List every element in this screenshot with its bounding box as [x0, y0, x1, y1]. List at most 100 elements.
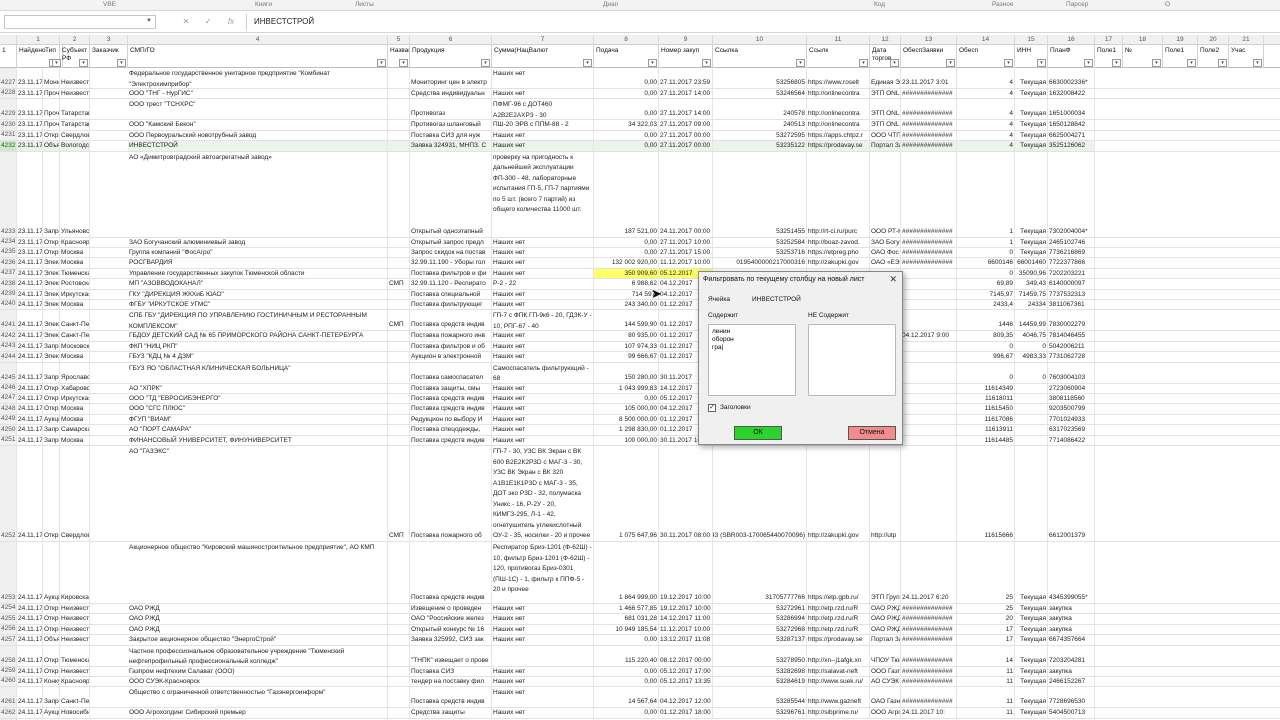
table-cell[interactable]: Электро: [43, 258, 60, 268]
ribbon-tab-misc[interactable]: Разное: [992, 1, 1013, 8]
table-cell[interactable]: 24.11.17: [17, 645, 43, 666]
table-cell[interactable]: [388, 89, 410, 99]
filter-dropdown-icon[interactable]: ▾: [583, 59, 592, 67]
row-number[interactable]: 4230: [0, 120, 17, 130]
table-cell[interactable]: Открыт: [43, 624, 60, 635]
table-cell[interactable]: http://etp.rzd.ru/R: [807, 624, 870, 635]
table-cell[interactable]: 23.11.17: [17, 99, 43, 120]
table-cell[interactable]: ##############: [901, 120, 957, 130]
table-cell[interactable]: [901, 289, 957, 299]
row-number[interactable]: 4252: [0, 446, 17, 541]
table-cell[interactable]: [388, 362, 410, 383]
table-cell[interactable]: 7814046455: [1048, 331, 1095, 341]
table-cell[interactable]: Группа компаний "ФосАгро": [128, 248, 388, 258]
table-cell[interactable]: Открыт: [43, 645, 60, 666]
table-cell[interactable]: 11615666: [957, 446, 1015, 541]
table-cell[interactable]: 24.11.17: [17, 414, 43, 425]
row-number[interactable]: 4232: [0, 141, 17, 151]
table-cell[interactable]: Поставка специальной: [410, 289, 492, 299]
table-cell[interactable]: 1446: [957, 310, 1015, 331]
table-cell[interactable]: http://www.suek.ru/: [807, 677, 870, 687]
table-cell[interactable]: Текущая: [1015, 666, 1048, 676]
table-cell[interactable]: 23.11.17: [17, 151, 43, 237]
table-cell[interactable]: Наших нет: [492, 666, 594, 676]
table-cell[interactable]: 20: [957, 614, 1015, 624]
table-cell[interactable]: 107 974,33: [594, 341, 659, 352]
table-cell[interactable]: https://apps.chtpz.r: [807, 130, 870, 141]
table-cell[interactable]: закупка: [1048, 666, 1095, 676]
table-cell[interactable]: Текущая: [1015, 624, 1048, 635]
table-cell[interactable]: 1650128842: [1048, 120, 1095, 130]
table-cell[interactable]: 3525126062: [1048, 141, 1095, 151]
table-cell[interactable]: 19.12.2017 10:00: [659, 604, 713, 614]
row-number[interactable]: 4261: [0, 687, 17, 708]
row-number[interactable]: 4262: [0, 708, 17, 718]
table-cell[interactable]: Самоспасатель фильтрующий - 68: [492, 362, 594, 383]
table-cell[interactable]: Хабаровс: [60, 383, 90, 393]
row-number[interactable]: 4244: [0, 352, 17, 362]
table-cell[interactable]: 5404500713: [1048, 708, 1095, 718]
table-cell[interactable]: 25: [957, 604, 1015, 614]
table-cell[interactable]: 27.11.2017 00:00: [659, 141, 713, 151]
table-cell[interactable]: 0: [957, 248, 1015, 258]
table-cell[interactable]: 53282698: [713, 666, 807, 676]
table-cell[interactable]: [1015, 414, 1048, 425]
row-number[interactable]: 4239: [0, 289, 17, 299]
row-number[interactable]: 4227: [0, 68, 17, 88]
filter-dropdown-icon[interactable]: ▾: [1187, 59, 1196, 67]
row-number[interactable]: 4251: [0, 435, 17, 445]
table-row[interactable]: 424124.11.17ЭлектроСанкт-Пет СПБ ГБУ "ДИР…: [0, 310, 1280, 332]
table-cell[interactable]: 7603004103: [1048, 362, 1095, 383]
table-cell[interactable]: 53285544: [713, 687, 807, 708]
table-cell[interactable]: 350 909,60: [594, 268, 659, 279]
table-cell[interactable]: 1632008422: [1048, 89, 1095, 99]
table-row[interactable]: 424324.11.17ЗапросМосковск ФКП "НИЦ РКП" П…: [0, 341, 1280, 353]
table-cell[interactable]: 24.11.17: [17, 310, 43, 331]
table-cell[interactable]: Текущая: [1015, 89, 1048, 99]
table-cell[interactable]: 0,00: [594, 708, 659, 718]
table-cell[interactable]: 24.11.2017 10:: [901, 708, 957, 718]
table-cell[interactable]: ##############: [901, 614, 957, 624]
table-cell[interactable]: 11.12.2017 10:00: [659, 624, 713, 635]
table-cell[interactable]: ООО РТ-К: [870, 151, 901, 237]
table-cell[interactable]: Федеральное государственное унитарное пр…: [128, 68, 388, 88]
table-cell[interactable]: 4: [957, 120, 1015, 130]
table-cell[interactable]: [388, 268, 410, 279]
table-cell[interactable]: 809,35: [957, 331, 1015, 341]
table-cell[interactable]: Свердлов: [60, 446, 90, 541]
table-row[interactable]: 423624.11.17ЭлектроМосква РОСГВАРДИЯ 32.99…: [0, 258, 1280, 269]
table-row[interactable]: 425224.11.17ОткрытСвердлов АО "ГАЗЭКС"СМП…: [0, 446, 1280, 542]
filter-dropdown-icon[interactable]: ▾: [702, 59, 711, 67]
table-cell[interactable]: ООО Агро: [870, 708, 901, 718]
column-header[interactable]: Ссылк ▾: [807, 45, 870, 68]
table-cell[interactable]: Самарская: [60, 425, 90, 435]
table-row[interactable]: 425124.11.17ЗапросМосква ФИНАНСОВЫЙ УНИВЕ…: [0, 435, 1280, 446]
table-cell[interactable]: Открытый одноэтапный: [410, 151, 492, 237]
filter-dropdown-icon[interactable]: ▾: [796, 59, 805, 67]
table-cell[interactable]: Электро: [43, 289, 60, 299]
row-number[interactable]: 4241: [0, 310, 17, 331]
filter-dropdown-icon[interactable]: ▾: [377, 59, 386, 67]
table-cell[interactable]: 105 000,00: [594, 404, 659, 414]
table-row[interactable]: 424824.11.17ОткрытМосква ООО "СГС ПЛЮС" По…: [0, 404, 1280, 415]
table-cell[interactable]: 24.11.17: [17, 268, 43, 279]
table-cell[interactable]: Неизвестн: [60, 68, 90, 88]
row-number[interactable]: 4254: [0, 604, 17, 614]
table-cell[interactable]: Извещение о проведен: [410, 604, 492, 614]
row-number[interactable]: 4243: [0, 341, 17, 352]
table-cell[interactable]: Противогаз: [410, 99, 492, 120]
table-cell[interactable]: 10 949 185,54: [594, 624, 659, 635]
table-cell[interactable]: ##############: [901, 635, 957, 645]
table-cell[interactable]: 27.11.2017 09:00: [659, 120, 713, 130]
column-header[interactable]: Поле2 ▾: [1198, 45, 1229, 68]
table-cell[interactable]: Москва: [60, 435, 90, 445]
table-cell[interactable]: Закрытое акционерное общество "ЭнергоСтр…: [128, 635, 388, 645]
table-cell[interactable]: ЭТП ONLI: [870, 99, 901, 120]
table-cell[interactable]: ЗАО Богучанский алюминиевый завод: [128, 237, 388, 247]
table-cell[interactable]: ##############: [901, 99, 957, 120]
filter-dropdown-icon[interactable]: ▾: [1218, 59, 1227, 67]
table-cell[interactable]: Респиратор Бриз-1201 (Ф-62Ш) - 10, фильт…: [492, 542, 594, 603]
table-cell[interactable]: ##############: [901, 151, 957, 237]
table-cell[interactable]: Санкт-Пет: [60, 331, 90, 341]
table-row[interactable]: 423924.11.17ЭлектроИркутская ГКУ "ДИРЕКЦИ…: [0, 289, 1280, 300]
